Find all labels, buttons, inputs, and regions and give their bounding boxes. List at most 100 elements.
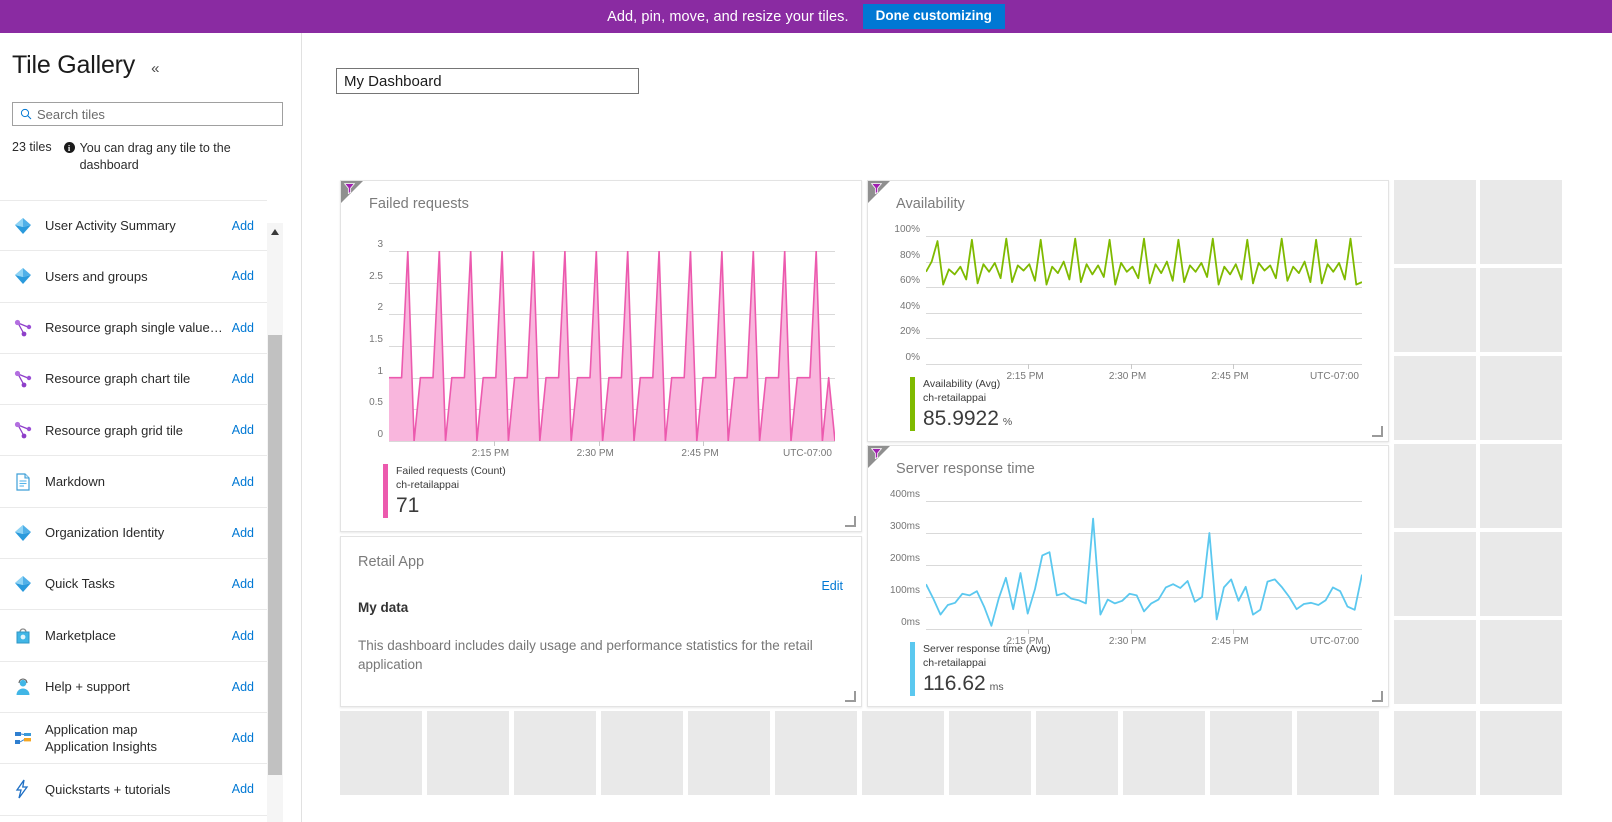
gallery-tile-add-button[interactable]: Add [224, 680, 267, 694]
gallery-tile-add-button[interactable]: Add [224, 475, 267, 489]
legend-metric-name: Failed requests (Count) [396, 464, 506, 478]
tile-resize-handle[interactable] [1372, 691, 1383, 702]
empty-tile-placeholder[interactable] [1123, 711, 1205, 795]
tile-resize-handle[interactable] [1372, 426, 1383, 437]
tile-resize-handle[interactable] [845, 691, 856, 702]
chart-y-tick-label: 2 [377, 302, 383, 313]
scrollbar-thumb[interactable] [268, 335, 282, 775]
tile-gallery-list[interactable]: User Activity SummaryAddUsers and groups… [0, 200, 267, 822]
gallery-tile-add-button[interactable]: Add [224, 372, 267, 386]
empty-tile-placeholder[interactable] [1210, 711, 1292, 795]
empty-tile-placeholder[interactable] [1394, 444, 1476, 528]
chart-y-tick-label: 40% [900, 301, 920, 312]
empty-tile-placeholder[interactable] [1036, 711, 1118, 795]
empty-tile-placeholder[interactable] [1480, 268, 1562, 352]
chart-x-tick [1233, 364, 1234, 369]
empty-tile-placeholder[interactable] [1394, 711, 1476, 795]
chart-x-tick-label: 2:15 PM [472, 448, 509, 459]
empty-tile-placeholder[interactable] [1480, 620, 1562, 704]
gallery-tile-label-wrap: User Activity Summary [45, 217, 224, 235]
gallery-tile-item[interactable]: Quick TasksAdd [0, 559, 267, 610]
gallery-tile-add-button[interactable]: Add [224, 321, 267, 335]
empty-tile-placeholder[interactable] [862, 711, 944, 795]
empty-tile-placeholder[interactable] [427, 711, 509, 795]
gallery-tile-label-wrap: Quickstarts + tutorials [45, 781, 224, 799]
chevron-double-left-icon[interactable]: « [151, 60, 159, 77]
dashboard-canvas: Failed requests 00.511.522.532:15 PM2:30… [303, 33, 1612, 822]
chart-x-tick [494, 441, 495, 446]
chart-y-tick-label: 20% [900, 326, 920, 337]
gallery-tile-add-button[interactable]: Add [224, 219, 267, 233]
chart-y-tick-label: 1.5 [369, 334, 383, 345]
gallery-tile-item[interactable]: Users and groupsAdd [0, 251, 267, 302]
gallery-tile-add-button[interactable]: Add [224, 423, 267, 437]
empty-tile-placeholder[interactable] [949, 711, 1031, 795]
empty-tile-placeholder[interactable] [1394, 180, 1476, 264]
gallery-tile-item[interactable]: MarketplaceAdd [0, 610, 267, 661]
gallery-tile-item[interactable]: MarkdownAdd [0, 456, 267, 507]
gallery-tile-add-button[interactable]: Add [224, 269, 267, 283]
legend-metric-name: Availability (Avg) [923, 377, 1012, 391]
gallery-tile-item[interactable]: Resource graph chart tileAdd [0, 354, 267, 405]
tile-gallery-scrollbar[interactable] [267, 223, 283, 822]
empty-tile-placeholder[interactable] [601, 711, 683, 795]
empty-tile-placeholder[interactable] [1297, 711, 1379, 795]
gallery-tile-label: Organization Identity [45, 524, 224, 542]
gallery-tile-item[interactable]: Resource graph single value ti...Add [0, 303, 267, 354]
done-customizing-button[interactable]: Done customizing [863, 4, 1005, 29]
customize-banner: Add, pin, move, and resize your tiles. D… [0, 0, 1612, 33]
gallery-tile-add-button[interactable]: Add [224, 731, 267, 745]
empty-tile-placeholder[interactable] [1394, 620, 1476, 704]
gallery-tile-add-button[interactable]: Add [224, 782, 267, 796]
tile-availability[interactable]: Availability 0%20%40%60%80%100%2:15 PM2:… [867, 180, 1389, 442]
tile-resize-handle[interactable] [845, 516, 856, 527]
gallery-tile-add-button[interactable]: Add [224, 526, 267, 540]
tile-failed-requests[interactable]: Failed requests 00.511.522.532:15 PM2:30… [340, 180, 862, 532]
empty-tile-placeholder[interactable] [1394, 356, 1476, 440]
chart-y-tick-label: 0 [377, 429, 383, 440]
gallery-tile-item[interactable]: Organization IdentityAdd [0, 508, 267, 559]
search-icon [20, 108, 32, 120]
azure-ad-diamond-icon [12, 522, 34, 544]
chart-series-line [926, 519, 1362, 626]
empty-tile-placeholder[interactable] [1480, 711, 1562, 795]
chart-gridline [926, 629, 1362, 630]
azure-ad-diamond-icon [12, 265, 34, 287]
search-tiles-input[interactable] [37, 107, 282, 122]
gallery-tile-sublabel: Application Insights [45, 738, 224, 756]
empty-tile-placeholder[interactable] [775, 711, 857, 795]
empty-tile-placeholder[interactable] [1480, 180, 1562, 264]
tile-gallery-meta: 23 tiles i You can drag any tile to the … [0, 126, 301, 174]
gallery-tile-item[interactable]: User Activity SummaryAdd [0, 200, 267, 251]
chart-y-tick-label: 3 [377, 239, 383, 250]
tile-gallery-header: Tile Gallery « [0, 33, 301, 80]
chart-x-tick [1131, 629, 1132, 634]
empty-tile-placeholder[interactable] [1480, 532, 1562, 616]
gallery-tile-item[interactable]: Application mapApplication InsightsAdd [0, 713, 267, 764]
filter-funnel-icon [343, 182, 356, 195]
tile-server-response-time[interactable]: Server response time 0ms100ms200ms300ms4… [867, 445, 1389, 707]
empty-tile-placeholder[interactable] [688, 711, 770, 795]
empty-tile-placeholder[interactable] [1394, 268, 1476, 352]
gallery-tile-label-wrap: Resource graph single value ti... [45, 319, 224, 337]
gallery-tile-item[interactable]: Help + supportAdd [0, 662, 267, 713]
empty-tile-placeholder[interactable] [340, 711, 422, 795]
empty-tile-placeholder[interactable] [1480, 444, 1562, 528]
legend-color-swatch [910, 377, 915, 431]
search-tiles-box[interactable] [12, 102, 283, 126]
gallery-tile-add-button[interactable]: Add [224, 577, 267, 591]
scroll-up-arrow-icon[interactable] [267, 223, 283, 240]
markdown-edit-link[interactable]: Edit [821, 579, 843, 593]
gallery-tile-label: Quickstarts + tutorials [45, 781, 224, 799]
gallery-tile-item[interactable]: Quickstarts + tutorialsAdd [0, 764, 267, 815]
gallery-tile-item[interactable]: Resource graph grid tileAdd [0, 405, 267, 456]
gallery-tile-label: Users and groups [45, 268, 224, 286]
gallery-tile-add-button[interactable]: Add [224, 629, 267, 643]
info-icon: i [64, 142, 75, 153]
tile-markdown-retail-app[interactable]: Retail App Edit My data This dashboard i… [340, 536, 862, 707]
empty-tile-placeholder[interactable] [1394, 532, 1476, 616]
empty-tile-placeholder[interactable] [514, 711, 596, 795]
empty-tile-placeholder[interactable] [1480, 356, 1562, 440]
chart-y-tick-label: 60% [900, 275, 920, 286]
legend-failed-requests: Failed requests (Count) ch-retailappai 7… [383, 464, 506, 518]
